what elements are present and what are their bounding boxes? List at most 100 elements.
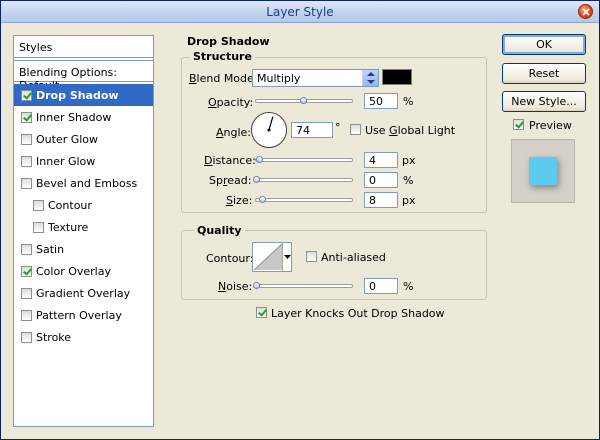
size-slider[interactable] — [255, 198, 353, 202]
reset-button[interactable]: Reset — [502, 63, 586, 84]
quality-legend: Quality — [194, 224, 245, 237]
section-title: Drop Shadow — [187, 35, 270, 48]
blend-mode-select[interactable]: Multiply — [252, 69, 379, 87]
style-item-drop-shadow[interactable]: Drop Shadow — [14, 84, 153, 106]
style-item-pattern-overlay[interactable]: Pattern Overlay — [14, 304, 153, 326]
style-item-outer-glow[interactable]: Outer Glow — [14, 128, 153, 150]
spread-unit: % — [403, 174, 414, 187]
preview-checkbox[interactable] — [513, 119, 524, 130]
style-item-stroke[interactable]: Stroke — [14, 326, 153, 348]
anti-aliased-label: Anti-aliased — [321, 251, 386, 264]
style-item-checkbox[interactable] — [21, 90, 32, 101]
angle-label: Angle: — [216, 126, 252, 139]
style-item-label: Inner Glow — [36, 155, 96, 168]
noise-label: Noise: — [218, 280, 253, 293]
size-label: Size: — [226, 194, 253, 207]
contour-picker[interactable] — [252, 242, 292, 272]
layer-knocks-out-label: Layer Knocks Out Drop Shadow — [271, 307, 445, 320]
style-item-inner-shadow[interactable]: Inner Shadow — [14, 106, 153, 128]
blending-options-item[interactable]: Blending Options: Default — [14, 60, 153, 92]
anti-aliased-checkbox[interactable] — [306, 251, 317, 262]
close-button[interactable] — [578, 4, 593, 19]
noise-slider-thumb[interactable] — [253, 282, 260, 289]
distance-unit: px — [402, 154, 416, 167]
ok-button[interactable]: OK — [502, 34, 586, 55]
title-bar[interactable]: Layer Style — [1, 1, 599, 23]
window-title: Layer Style — [266, 5, 334, 19]
style-item-contour[interactable]: Contour — [14, 194, 153, 216]
spread-slider[interactable] — [255, 178, 353, 182]
contour-label: Contour: — [206, 252, 254, 265]
distance-label: Distance: — [204, 154, 256, 167]
style-item-checkbox[interactable] — [21, 156, 32, 167]
blend-mode-value: Multiply — [257, 72, 301, 85]
distance-slider-thumb[interactable] — [256, 156, 263, 163]
angle-field[interactable]: 74 — [291, 122, 333, 138]
noise-slider[interactable] — [255, 284, 353, 288]
preview-thumbnail — [511, 139, 575, 203]
size-unit: px — [402, 194, 416, 207]
style-item-satin[interactable]: Satin — [14, 238, 153, 260]
style-item-label: Bevel and Emboss — [36, 177, 138, 190]
spread-label: Spread: — [209, 174, 252, 187]
opacity-label: Opacity: — [208, 96, 254, 109]
style-item-checkbox[interactable] — [21, 112, 32, 123]
style-item-checkbox[interactable] — [21, 266, 32, 277]
style-item-checkbox[interactable] — [21, 244, 32, 255]
size-field[interactable]: 8 — [364, 192, 398, 208]
up-down-arrows-icon — [367, 72, 375, 84]
style-item-label: Stroke — [36, 331, 72, 344]
style-item-checkbox[interactable] — [21, 332, 32, 343]
preview-swatch — [529, 157, 557, 185]
close-icon — [582, 8, 590, 16]
style-item-checkbox[interactable] — [21, 310, 32, 321]
style-item-label: Pattern Overlay — [36, 309, 122, 322]
contour-curve-icon — [253, 243, 283, 271]
styles-header[interactable]: Styles — [14, 36, 153, 58]
style-item-label: Outer Glow — [36, 133, 99, 146]
style-item-label: Contour — [48, 199, 92, 212]
structure-legend: Structure — [190, 50, 255, 63]
layer-style-dialog: Layer Style Styles Blending Options: Def… — [0, 0, 600, 440]
style-item-label: Texture — [48, 221, 89, 234]
style-item-checkbox[interactable] — [33, 222, 44, 233]
style-item-label: Inner Shadow — [36, 111, 112, 124]
style-item-checkbox[interactable] — [21, 288, 32, 299]
select-arrow-button[interactable] — [362, 70, 378, 86]
opacity-slider-thumb[interactable] — [300, 97, 307, 104]
distance-field[interactable]: 4 — [364, 152, 398, 168]
angle-dial[interactable] — [251, 112, 287, 148]
style-item-label: Color Overlay — [36, 265, 111, 278]
styles-list: Styles Blending Options: Default Drop Sh… — [13, 35, 154, 427]
spread-field[interactable]: 0 — [364, 172, 398, 188]
style-item-inner-glow[interactable]: Inner Glow — [14, 150, 153, 172]
distance-slider[interactable] — [255, 158, 353, 162]
style-item-label: Gradient Overlay — [36, 287, 131, 300]
angle-needle-icon — [267, 116, 274, 132]
noise-unit: % — [403, 280, 414, 293]
shadow-color-swatch[interactable] — [382, 69, 412, 85]
style-item-bevel-and-emboss[interactable]: Bevel and Emboss — [14, 172, 153, 194]
style-item-label: Satin — [36, 243, 65, 256]
noise-field[interactable]: 0 — [364, 278, 398, 294]
size-slider-thumb[interactable] — [259, 196, 266, 203]
triangle-down-icon — [284, 255, 291, 259]
style-item-checkbox[interactable] — [33, 200, 44, 211]
blend-mode-label: Blend Mode: — [189, 72, 258, 85]
style-item-gradient-overlay[interactable]: Gradient Overlay — [14, 282, 153, 304]
layer-knocks-out-checkbox[interactable] — [256, 307, 267, 318]
style-item-checkbox[interactable] — [21, 178, 32, 189]
style-item-label: Drop Shadow — [36, 89, 119, 102]
contour-dropdown-button[interactable] — [282, 243, 291, 271]
spread-slider-thumb[interactable] — [253, 176, 260, 183]
new-style-button[interactable]: New Style... — [502, 91, 586, 112]
style-item-texture[interactable]: Texture — [14, 216, 153, 238]
angle-unit: ° — [335, 121, 341, 134]
opacity-unit: % — [403, 95, 414, 108]
opacity-field[interactable]: 50 — [364, 93, 398, 109]
style-item-color-overlay[interactable]: Color Overlay — [14, 260, 153, 282]
style-item-checkbox[interactable] — [21, 134, 32, 145]
use-global-light-label: Use Global Light — [365, 124, 456, 137]
preview-label: Preview — [529, 119, 572, 132]
use-global-light-checkbox[interactable] — [350, 124, 361, 135]
